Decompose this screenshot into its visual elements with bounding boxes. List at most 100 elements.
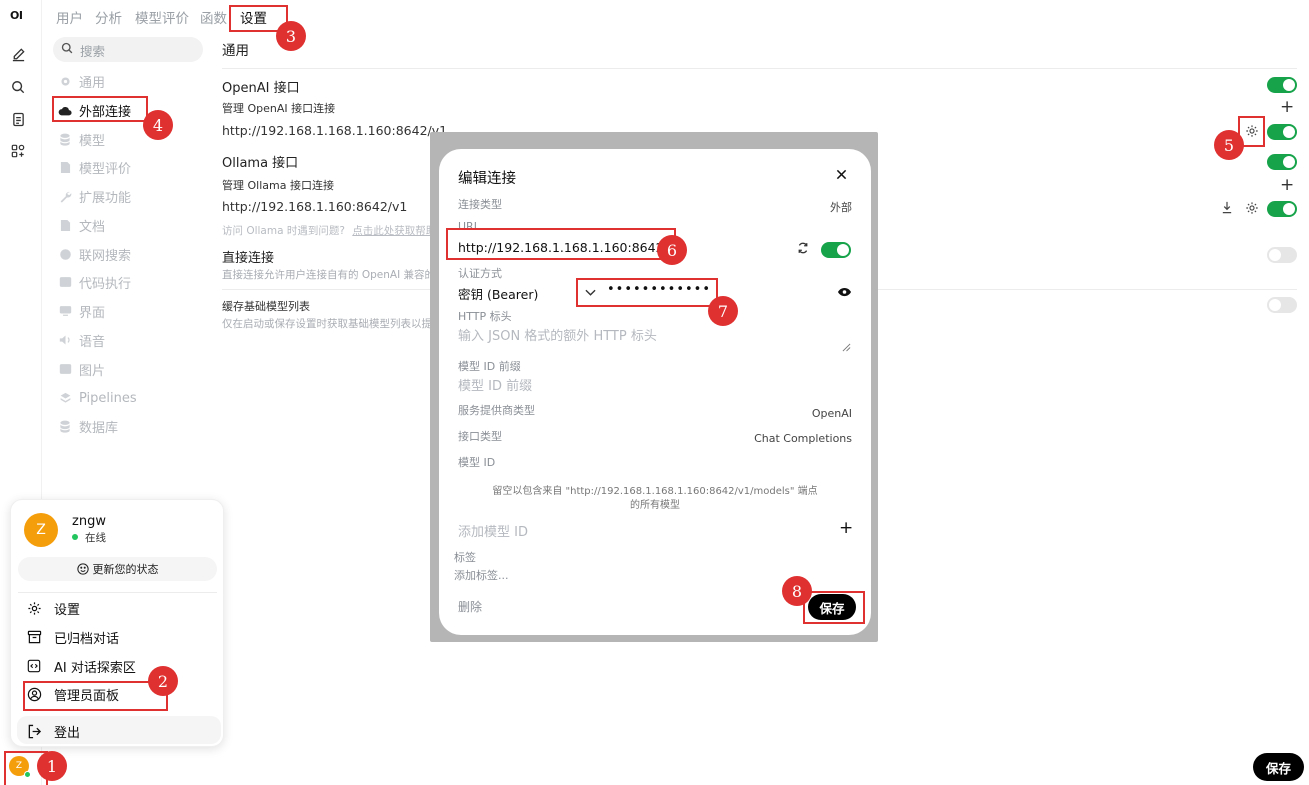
apps-icon[interactable] bbox=[9, 142, 27, 160]
annotation-box-save bbox=[803, 591, 865, 624]
nav-item-label: 图片 bbox=[79, 363, 106, 379]
menu-item-ai-playground[interactable]: AI 对话探索区 bbox=[25, 655, 136, 677]
model-id-label: 模型 ID bbox=[458, 456, 496, 469]
refresh-icon[interactable] bbox=[797, 242, 809, 258]
openai-connection-url: http://192.168.1.168.1.160:8642/v1 bbox=[222, 123, 448, 138]
model-id-hint: 留空以包含来自 "http://192.168.1.168.1.160:8642… bbox=[492, 486, 818, 497]
annotation-box-connections bbox=[52, 96, 148, 122]
provider-type-label: 服务提供商类型 bbox=[458, 404, 535, 417]
notes-icon[interactable] bbox=[9, 110, 27, 128]
nav-item-pipelines[interactable]: Pipelines bbox=[58, 387, 137, 409]
menu-item-logout[interactable]: 登出 bbox=[25, 720, 80, 742]
smile-icon bbox=[76, 563, 89, 575]
http-headers-input[interactable]: 输入 JSON 格式的额外 HTTP 标头 bbox=[458, 325, 657, 344]
edit-icon[interactable] bbox=[9, 45, 27, 63]
ollama-help-question: 访问 Ollama 时遇到问题? bbox=[222, 225, 345, 237]
menu-item-label: 设置 bbox=[54, 602, 81, 618]
annotation-box-key bbox=[576, 278, 718, 307]
update-status-button[interactable]: 更新您的状态 bbox=[18, 557, 217, 581]
search-icon bbox=[61, 42, 73, 58]
http-headers-label: HTTP 标头 bbox=[458, 310, 512, 323]
close-icon[interactable] bbox=[836, 169, 847, 184]
add-openai-connection-plus-icon[interactable]: + bbox=[1280, 99, 1294, 116]
api-type-value[interactable]: Chat Completions bbox=[754, 432, 852, 445]
connection-type-label: 连接类型 bbox=[458, 198, 502, 211]
tab-model-evaluation[interactable]: 模型评价 bbox=[135, 7, 189, 27]
openai-manage-label: 管理 OpenAI 接口连接 bbox=[222, 102, 336, 115]
nav-item-tools[interactable]: 扩展功能 bbox=[58, 185, 131, 207]
ollama-help-text: 访问 Ollama 时遇到问题? 点击此处获取帮助 bbox=[222, 223, 436, 238]
save-settings-button[interactable]: 保存 bbox=[1253, 753, 1304, 781]
annotation-badge: 1 bbox=[37, 751, 67, 781]
wrench-icon bbox=[58, 189, 72, 203]
provider-type-value[interactable]: OpenAI bbox=[812, 407, 852, 420]
nav-search-input[interactable]: 搜索 bbox=[53, 37, 203, 62]
auth-type-select[interactable]: 密钥 (Bearer) bbox=[458, 284, 538, 303]
nav-item-label: 界面 bbox=[79, 305, 106, 321]
nav-item-images[interactable]: 图片 bbox=[58, 358, 105, 380]
nav-item-models[interactable]: 模型 bbox=[58, 128, 105, 150]
model-prefix-input[interactable]: 模型 ID 前缀 bbox=[458, 375, 532, 394]
ollama-connection-toggle[interactable] bbox=[1267, 201, 1297, 217]
add-model-id-plus-icon[interactable]: + bbox=[839, 520, 853, 537]
nav-item-web-search[interactable]: 联网搜索 bbox=[58, 243, 131, 265]
modal-title: 编辑连接 bbox=[458, 171, 516, 187]
resize-handle-icon[interactable] bbox=[842, 341, 851, 356]
avatar: Z bbox=[24, 513, 58, 547]
nav-item-documents[interactable]: 文档 bbox=[58, 214, 105, 236]
search-icon[interactable] bbox=[9, 78, 27, 96]
monitor-icon bbox=[58, 304, 72, 318]
nav-item-audio[interactable]: 语音 bbox=[58, 329, 105, 351]
annotation-badge: 6 bbox=[657, 235, 687, 265]
archive-icon bbox=[25, 628, 43, 646]
annotation-badge: 4 bbox=[143, 110, 173, 140]
direct-connections-toggle[interactable] bbox=[1267, 247, 1297, 263]
add-ollama-connection-plus-icon[interactable]: + bbox=[1280, 177, 1294, 194]
tab-users[interactable]: 用户 bbox=[56, 7, 83, 27]
nav-item-label: 文档 bbox=[79, 219, 106, 235]
ollama-connection-url: http://192.168.1.160:8642/v1 bbox=[222, 199, 408, 214]
ollama-manage-label: 管理 Ollama 接口连接 bbox=[222, 179, 334, 192]
tags-label: 标签 bbox=[454, 551, 476, 564]
nav-item-label: 代码执行 bbox=[79, 276, 132, 292]
logout-icon bbox=[25, 722, 43, 740]
annotation-badge: 8 bbox=[782, 576, 812, 606]
nav-item-label: 通用 bbox=[79, 75, 106, 91]
page-title: 通用 bbox=[222, 43, 249, 59]
connection-enable-toggle[interactable] bbox=[821, 242, 851, 258]
tab-analytics[interactable]: 分析 bbox=[95, 7, 122, 27]
nav-item-label: 语音 bbox=[79, 334, 106, 350]
ollama-help-link[interactable]: 点击此处获取帮助 bbox=[352, 225, 436, 237]
nav-item-database[interactable]: 数据库 bbox=[58, 415, 118, 437]
app-logo[interactable]: OI bbox=[10, 9, 23, 22]
openai-enable-toggle[interactable] bbox=[1267, 77, 1297, 93]
menu-item-label: 已归档对话 bbox=[54, 631, 120, 647]
nav-search-placeholder: 搜索 bbox=[80, 44, 106, 59]
nav-item-general[interactable]: 通用 bbox=[58, 70, 105, 92]
download-icon[interactable] bbox=[1221, 201, 1233, 218]
nav-item-evaluations[interactable]: 模型评价 bbox=[58, 156, 131, 178]
nav-item-interface[interactable]: 界面 bbox=[58, 300, 105, 322]
gear-icon[interactable] bbox=[1245, 201, 1259, 219]
menu-item-settings[interactable]: 设置 bbox=[25, 597, 80, 619]
add-model-id-input[interactable]: 添加模型 ID bbox=[458, 521, 528, 540]
openai-connection-toggle[interactable] bbox=[1267, 124, 1297, 140]
cache-models-toggle[interactable] bbox=[1267, 297, 1297, 313]
tags-input[interactable]: 添加标签... bbox=[454, 567, 509, 583]
annotation-box-admin bbox=[23, 681, 168, 711]
menu-item-archived-chats[interactable]: 已归档对话 bbox=[25, 626, 119, 648]
connection-type-value[interactable]: 外部 bbox=[830, 199, 852, 215]
nav-item-code-execution[interactable]: 代码执行 bbox=[58, 271, 131, 293]
openai-section-title: OpenAI 接口 bbox=[222, 81, 300, 96]
annotation-badge: 5 bbox=[1214, 130, 1244, 160]
menu-item-label: AI 对话探索区 bbox=[54, 660, 136, 676]
tab-functions[interactable]: 函数 bbox=[200, 7, 227, 27]
divider bbox=[18, 592, 217, 593]
ollama-enable-toggle[interactable] bbox=[1267, 154, 1297, 170]
pipelines-icon bbox=[58, 391, 72, 405]
delete-connection-button[interactable]: 删除 bbox=[458, 598, 482, 615]
eye-icon[interactable] bbox=[838, 286, 851, 301]
cache-models-title: 缓存基础模型列表 bbox=[222, 300, 310, 313]
document-icon bbox=[58, 160, 72, 174]
divider bbox=[222, 68, 1297, 69]
